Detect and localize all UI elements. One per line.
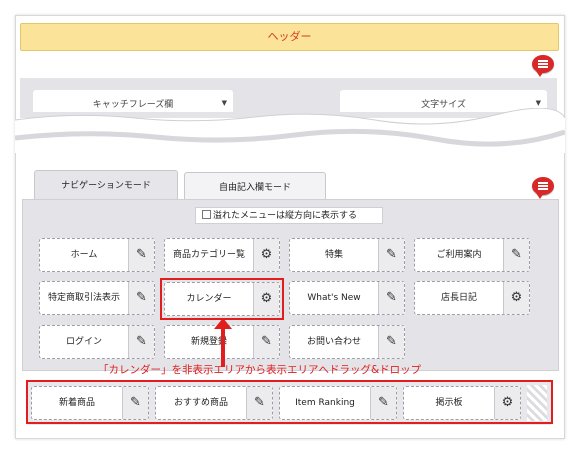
chevron-down-icon: ▼ — [535, 99, 541, 107]
tab-navigation-mode[interactable]: ナビゲーションモード — [34, 170, 178, 201]
pencil-icon[interactable]: ✎ — [378, 282, 404, 314]
pencil-icon[interactable]: ✎ — [253, 326, 279, 358]
help-icon[interactable] — [532, 55, 554, 77]
pencil-icon[interactable]: ✎ — [503, 239, 529, 271]
tab-free-entry-label: 自由記入欄モード — [218, 183, 291, 193]
nav-item-commerce-law[interactable]: 特定商取引法表示 ✎ — [39, 281, 155, 315]
drag-arrow-shaft — [221, 325, 225, 367]
chevron-down-icon: ▼ — [221, 99, 227, 107]
nav-item-whats-new[interactable]: What's New ✎ — [289, 281, 405, 315]
pencil-icon[interactable]: ✎ — [378, 239, 404, 271]
nav-item-label: What's New — [307, 293, 361, 303]
tab-navigation-label: ナビゲーションモード — [61, 181, 151, 191]
pencil-icon[interactable]: ✎ — [128, 326, 154, 358]
pencil-icon[interactable]: ✎ — [128, 239, 154, 271]
nav-item-login[interactable]: ログイン ✎ — [39, 325, 155, 359]
gear-icon[interactable]: ⚙ — [253, 283, 279, 315]
nav-item-manager-diary[interactable]: 店長日記 ⚙ — [414, 281, 530, 315]
nav-item-label: ホーム — [70, 250, 98, 260]
nav-item-calendar[interactable]: カレンダー ⚙ — [164, 282, 280, 316]
nav-item-feature[interactable]: 特集 ✎ — [289, 238, 405, 272]
pencil-icon[interactable]: ✎ — [378, 326, 404, 358]
nav-item-label: ログイン — [65, 337, 102, 347]
gear-icon[interactable]: ⚙ — [253, 239, 279, 271]
nav-item-label: 店長日記 — [440, 293, 477, 303]
gear-icon[interactable]: ⚙ — [503, 282, 529, 314]
torn-edge — [15, 108, 565, 153]
header-label: ヘッダー — [267, 30, 312, 43]
nav-item-contact[interactable]: お問い合わせ ✎ — [289, 325, 405, 359]
overflow-vertical-label: 溢れたメニューは縦方向に表示する — [213, 211, 358, 221]
nav-item-label: 商品カテゴリー覧 — [172, 250, 245, 260]
hidden-area-highlight — [26, 380, 553, 424]
nav-item-label: お問い合わせ — [306, 337, 361, 347]
nav-item-category-list[interactable]: 商品カテゴリー覧 ⚙ — [164, 238, 280, 272]
nav-item-label: 特定商取引法表示 — [47, 293, 120, 303]
nav-item-label: ご利用案内 — [436, 250, 482, 260]
nav-item-guide[interactable]: ご利用案内 ✎ — [414, 238, 530, 272]
help-icon[interactable] — [532, 177, 554, 199]
nav-item-label: 特集 — [324, 250, 343, 260]
arrow-up-icon — [214, 318, 232, 329]
header-area[interactable]: ヘッダー — [20, 23, 559, 51]
drag-instruction: 「カレンダー」を非表示エリアから表示エリアへドラッグ&ドロップ — [98, 364, 422, 376]
pencil-icon[interactable]: ✎ — [128, 282, 154, 314]
overflow-vertical-option[interactable]: 溢れたメニューは縦方向に表示する — [195, 207, 383, 224]
nav-item-label: カレンダー — [186, 294, 232, 304]
overflow-vertical-checkbox[interactable] — [202, 210, 211, 219]
nav-item-home[interactable]: ホーム ✎ — [39, 238, 155, 272]
nav-item-label: 新規登録 — [190, 337, 227, 347]
